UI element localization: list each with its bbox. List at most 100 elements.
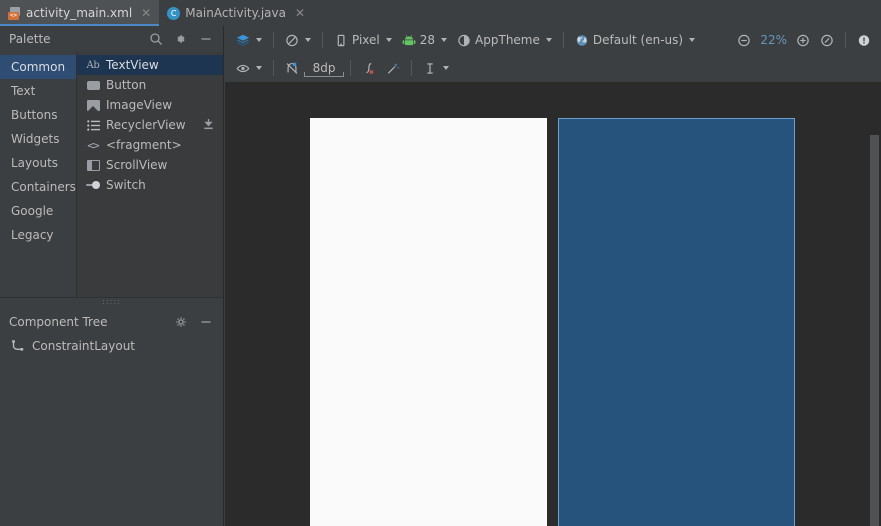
palette-item-imageview[interactable]: ImageView [77, 95, 223, 115]
infer-constraints-button[interactable] [381, 57, 405, 79]
default-margin-value: 8dp [312, 61, 336, 75]
zoom-to-fit-button[interactable] [815, 29, 839, 51]
theme-selector[interactable]: AppTheme [452, 29, 557, 51]
toolbar-divider [273, 60, 274, 76]
android-icon [402, 33, 416, 47]
palette-item-switch[interactable]: Switch [77, 175, 223, 195]
gear-icon[interactable] [174, 32, 188, 46]
tab-activity-main-xml[interactable]: <> activity_main.xml ✕ [0, 0, 160, 26]
canvas-vertical-scrollbar[interactable] [870, 135, 879, 526]
recyclerview-icon [86, 118, 100, 132]
download-icon[interactable] [202, 118, 215, 131]
palette-category-google[interactable]: Google [0, 199, 76, 223]
chevron-down-icon [385, 38, 392, 42]
toolbar-divider [350, 60, 351, 76]
palette-header: Palette [0, 26, 223, 52]
component-tree-body: ConstraintLayout [0, 335, 223, 526]
palette-item-textview[interactable]: Ab TextView [77, 55, 223, 75]
palette-item-scrollview[interactable]: ScrollView [77, 155, 223, 175]
palette-item-fragment[interactable]: <> <fragment> [77, 135, 223, 155]
design-mode-button[interactable] [231, 29, 267, 51]
zoom-out-button[interactable] [732, 29, 756, 51]
theme-icon [457, 33, 471, 47]
switch-icon [86, 178, 100, 192]
clear-constraints-button[interactable] [357, 57, 381, 79]
palette-category-widgets[interactable]: Widgets [0, 127, 76, 151]
chevron-down-icon [689, 38, 696, 42]
constraint-toolbar: 8dp [225, 54, 881, 82]
toolbar-divider [273, 32, 274, 48]
tab-label: MainActivity.java [185, 6, 286, 20]
api-label: 28 [419, 33, 436, 47]
chevron-down-icon [441, 38, 448, 42]
zoom-level-label: 22% [760, 33, 787, 47]
fragment-icon: <> [87, 138, 99, 152]
rotate-icon [285, 33, 299, 47]
tab-mainactivity-java[interactable]: C MainActivity.java ✕ [159, 0, 313, 26]
zoom-to-fit-icon [820, 33, 834, 47]
palette-category-common[interactable]: Common [0, 55, 76, 79]
minimize-icon[interactable] [199, 315, 213, 329]
close-icon[interactable]: ✕ [141, 7, 151, 19]
scrollview-icon [86, 158, 100, 172]
device-selector[interactable]: Pixel [329, 29, 397, 51]
java-class-icon: C [167, 6, 181, 20]
tree-node-constraintlayout[interactable]: ConstraintLayout [0, 335, 223, 357]
palette-item-label: Button [106, 78, 147, 92]
chevron-down-icon [256, 38, 262, 42]
preview-canvas[interactable] [225, 82, 881, 526]
align-icon [423, 61, 437, 75]
palette-item-label: Switch [106, 178, 146, 192]
palette-item-button[interactable]: Button [77, 75, 223, 95]
layers-icon [236, 33, 250, 47]
orientation-button[interactable] [280, 29, 316, 51]
device-label: Pixel [352, 33, 380, 47]
design-surface: Pixel 28 AppTheme Default (en-us) 22% 8d… [225, 26, 881, 526]
palette-category-buttons[interactable]: Buttons [0, 103, 76, 127]
palette-category-legacy[interactable]: Legacy [0, 223, 76, 247]
blueprint-preview[interactable] [558, 118, 795, 526]
palette-item-recyclerview[interactable]: RecyclerView [77, 115, 223, 135]
default-margin-field[interactable]: 8dp [304, 59, 344, 77]
panel-splitter[interactable]: ::::: [0, 297, 223, 305]
palette-category-containers[interactable]: Containers [0, 175, 76, 199]
toolbar-divider [562, 32, 564, 48]
palette-category-list: Common Text Buttons Widgets Layouts Cont… [0, 52, 77, 297]
palette-category-text[interactable]: Text [0, 79, 76, 103]
search-icon[interactable] [149, 32, 163, 46]
palette-item-label: RecyclerView [106, 118, 186, 132]
clear-constraints-icon [362, 61, 376, 75]
minimize-icon[interactable] [199, 32, 213, 46]
toolbar-divider [845, 32, 846, 48]
theme-label: AppTheme [475, 33, 540, 47]
chevron-down-icon [443, 66, 449, 70]
editor-tab-bar: <> activity_main.xml ✕ C MainActivity.ja… [0, 0, 881, 26]
component-tree-header: Component Tree [0, 309, 223, 335]
tab-bar-filler [313, 0, 881, 26]
palette-item-list: Ab TextView Button ImageView RecyclerVie… [77, 52, 223, 297]
palette-item-label: <fragment> [106, 138, 182, 152]
textview-icon: Ab [86, 59, 100, 71]
visibility-button[interactable] [231, 57, 267, 79]
eye-icon [236, 61, 250, 75]
design-preview[interactable] [310, 118, 547, 526]
locale-selector[interactable]: Default (en-us) [570, 29, 700, 51]
gear-icon[interactable] [174, 315, 188, 329]
api-selector[interactable]: 28 [397, 29, 452, 51]
globe-icon [575, 33, 589, 47]
palette-item-label: TextView [106, 58, 159, 72]
phone-icon [334, 33, 348, 47]
xml-file-icon: <> [8, 6, 21, 20]
palette-item-label: ImageView [106, 98, 173, 112]
autoconnect-button[interactable] [280, 57, 304, 79]
palette-category-layouts[interactable]: Layouts [0, 151, 76, 175]
issues-button[interactable] [852, 29, 881, 51]
locale-label: Default (en-us) [592, 33, 684, 47]
zoom-out-icon [737, 33, 751, 47]
zoom-in-button[interactable] [791, 29, 815, 51]
palette-body: Common Text Buttons Widgets Layouts Cont… [0, 52, 223, 297]
align-button[interactable] [418, 57, 454, 79]
close-icon[interactable]: ✕ [295, 7, 305, 19]
warning-icon [857, 33, 871, 47]
autoconnect-magnet-icon [285, 61, 299, 75]
